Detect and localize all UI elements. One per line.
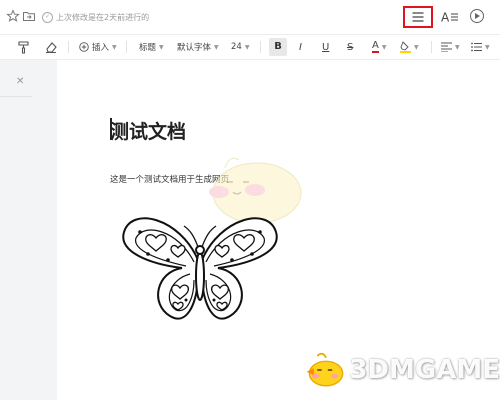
watermark-text: 3DMGAME bbox=[349, 355, 500, 385]
highlighter-icon bbox=[400, 41, 411, 53]
strikethrough-button[interactable]: S bbox=[347, 40, 353, 54]
chevron-down-icon: ▼ bbox=[159, 43, 164, 51]
butterfly-image bbox=[122, 217, 278, 320]
check-circle-icon: ✓ bbox=[42, 11, 53, 23]
play-icon[interactable] bbox=[470, 9, 484, 23]
align-button[interactable]: ▼ bbox=[441, 40, 460, 54]
left-panel: ✕ bbox=[0, 60, 55, 400]
font-color-letter: A bbox=[372, 40, 379, 53]
bold-button[interactable]: B bbox=[269, 38, 287, 56]
font-label: 默认字体 bbox=[177, 43, 212, 53]
chevron-down-icon: ▼ bbox=[112, 43, 117, 51]
plus-circle-icon bbox=[79, 42, 89, 52]
save-status: ✓ 上次修改是在2天前进行的 bbox=[42, 10, 149, 24]
eraser-icon[interactable] bbox=[45, 40, 57, 54]
chevron-down-icon: ▼ bbox=[414, 43, 419, 51]
close-icon[interactable]: ✕ bbox=[16, 76, 24, 87]
format-painter-icon[interactable] bbox=[18, 40, 30, 54]
chevron-down-icon: ▼ bbox=[381, 43, 387, 51]
folder-move-icon[interactable] bbox=[22, 9, 36, 23]
insert-label: 插入 bbox=[92, 43, 110, 53]
format-toolbar: 插入 ▼ 标题 ▼ 默认字体 ▼ 24 ▼ B I U S A ▼ ▼ ▼ ▼ bbox=[0, 35, 500, 60]
heading-label: 标题 bbox=[139, 43, 157, 53]
heading-select[interactable]: 标题 ▼ bbox=[139, 40, 164, 54]
chevron-down-icon: ▼ bbox=[485, 43, 490, 51]
star-icon[interactable] bbox=[6, 9, 20, 23]
chevron-down-icon: ▼ bbox=[455, 43, 460, 51]
svg-text:A: A bbox=[441, 11, 450, 25]
font-size-select[interactable]: 24 ▼ bbox=[231, 40, 249, 54]
font-color-button[interactable]: A ▼ bbox=[372, 40, 386, 54]
chevron-down-icon: ▼ bbox=[214, 43, 219, 51]
save-status-text: 上次修改是在2天前进行的 bbox=[56, 12, 150, 22]
doc-title[interactable]: 测试文档 bbox=[110, 117, 186, 144]
align-left-icon bbox=[441, 42, 452, 52]
list-icon bbox=[471, 42, 482, 52]
font-size-label: 24 bbox=[231, 42, 242, 52]
font-select[interactable]: 默认字体 ▼ bbox=[177, 40, 219, 54]
menu-button[interactable] bbox=[403, 6, 433, 28]
site-watermark: 3DMGAME bbox=[305, 340, 500, 400]
insert-button[interactable]: 插入 ▼ bbox=[79, 40, 117, 54]
chick-logo-icon bbox=[306, 352, 344, 387]
highlight-button[interactable]: ▼ bbox=[400, 40, 419, 54]
top-bar: ✓ 上次修改是在2天前进行的 A bbox=[0, 0, 500, 35]
text-format-icon[interactable]: A bbox=[441, 10, 459, 24]
divider bbox=[0, 96, 32, 97]
chevron-down-icon: ▼ bbox=[244, 43, 250, 51]
list-button[interactable]: ▼ bbox=[471, 40, 490, 54]
underline-button[interactable]: U bbox=[322, 40, 329, 54]
menu-icon bbox=[412, 12, 424, 22]
italic-button[interactable]: I bbox=[299, 40, 302, 54]
